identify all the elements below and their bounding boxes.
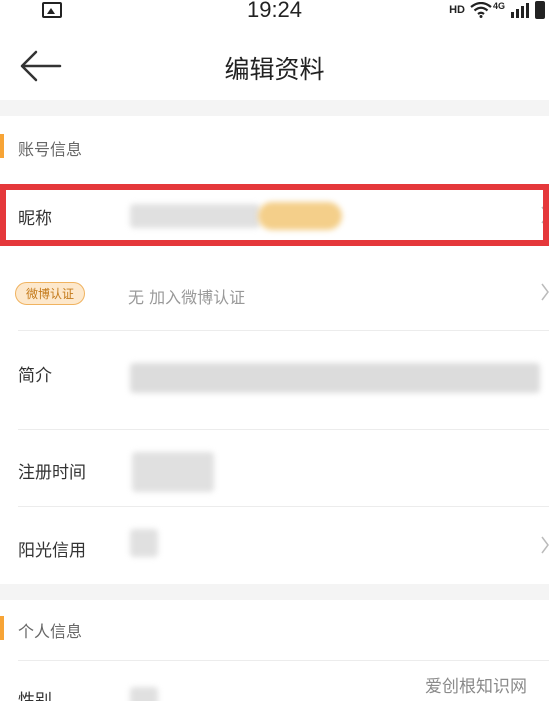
section-accent-bar bbox=[0, 134, 4, 158]
battery-icon bbox=[535, 1, 545, 19]
section-header-account: 账号信息 bbox=[0, 118, 549, 178]
section-accent-bar bbox=[0, 616, 4, 640]
highlight-box bbox=[0, 184, 549, 246]
section-gap bbox=[0, 584, 549, 600]
register-time-label: 注册时间 bbox=[18, 463, 86, 483]
network-label: 4G bbox=[492, 1, 505, 11]
status-bar: 19:24 HD 4G bbox=[0, 0, 549, 26]
intro-value-redacted bbox=[130, 363, 540, 393]
chevron-right-icon bbox=[541, 536, 549, 554]
sunshine-credit-value-redacted bbox=[130, 529, 158, 557]
section-gap bbox=[0, 100, 549, 116]
page-title: 编辑资料 bbox=[224, 55, 325, 84]
section-header-personal: 个人信息 bbox=[0, 600, 549, 660]
sunshine-credit-label: 阳光信用 bbox=[18, 541, 86, 561]
section-title: 账号信息 bbox=[18, 140, 83, 159]
gender-value-redacted bbox=[130, 687, 158, 701]
weibo-verify-value: 无 加入微博认证 bbox=[128, 288, 246, 307]
signal-icon bbox=[511, 3, 529, 18]
register-time-value-redacted bbox=[132, 452, 214, 492]
register-time-row: 注册时间 bbox=[0, 430, 549, 506]
intro-label: 简介 bbox=[18, 366, 52, 386]
intro-row[interactable]: 简介 bbox=[0, 331, 549, 429]
wifi-icon bbox=[470, 2, 492, 18]
watermark-text: 爱创根知识网 bbox=[425, 677, 527, 697]
sunshine-credit-row[interactable]: 阳光信用 bbox=[0, 507, 549, 583]
gender-label: 性别 bbox=[18, 691, 52, 701]
status-icons: HD 4G bbox=[449, 0, 545, 20]
hd-label: HD bbox=[449, 4, 465, 16]
section-title: 个人信息 bbox=[18, 622, 83, 641]
chevron-right-icon bbox=[541, 283, 549, 301]
weibo-verify-badge: 微博认证 bbox=[15, 282, 86, 305]
nav-bar: 编辑资料 bbox=[0, 26, 549, 104]
